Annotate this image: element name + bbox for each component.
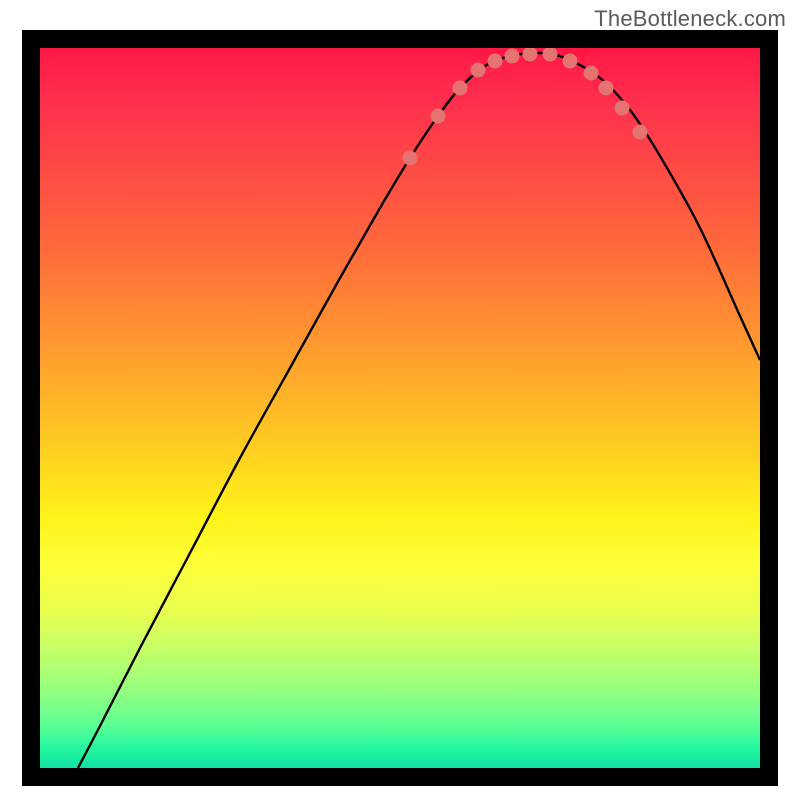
data-dot [505, 49, 520, 64]
data-dot [488, 54, 503, 69]
watermark-text: TheBottleneck.com [594, 6, 786, 32]
chart-svg [40, 48, 760, 768]
data-dot [563, 54, 578, 69]
plot-frame [22, 30, 778, 786]
data-dot [523, 48, 538, 62]
bottleneck-curve [78, 53, 760, 768]
root: TheBottleneck.com [0, 0, 800, 800]
data-dot [584, 66, 599, 81]
data-dot [403, 151, 418, 166]
dots-group [403, 48, 648, 166]
data-dot [543, 48, 558, 62]
data-dot [453, 81, 468, 96]
data-dot [633, 125, 648, 140]
data-dot [431, 109, 446, 124]
data-dot [615, 101, 630, 116]
data-dot [599, 81, 614, 96]
data-dot [471, 63, 486, 78]
